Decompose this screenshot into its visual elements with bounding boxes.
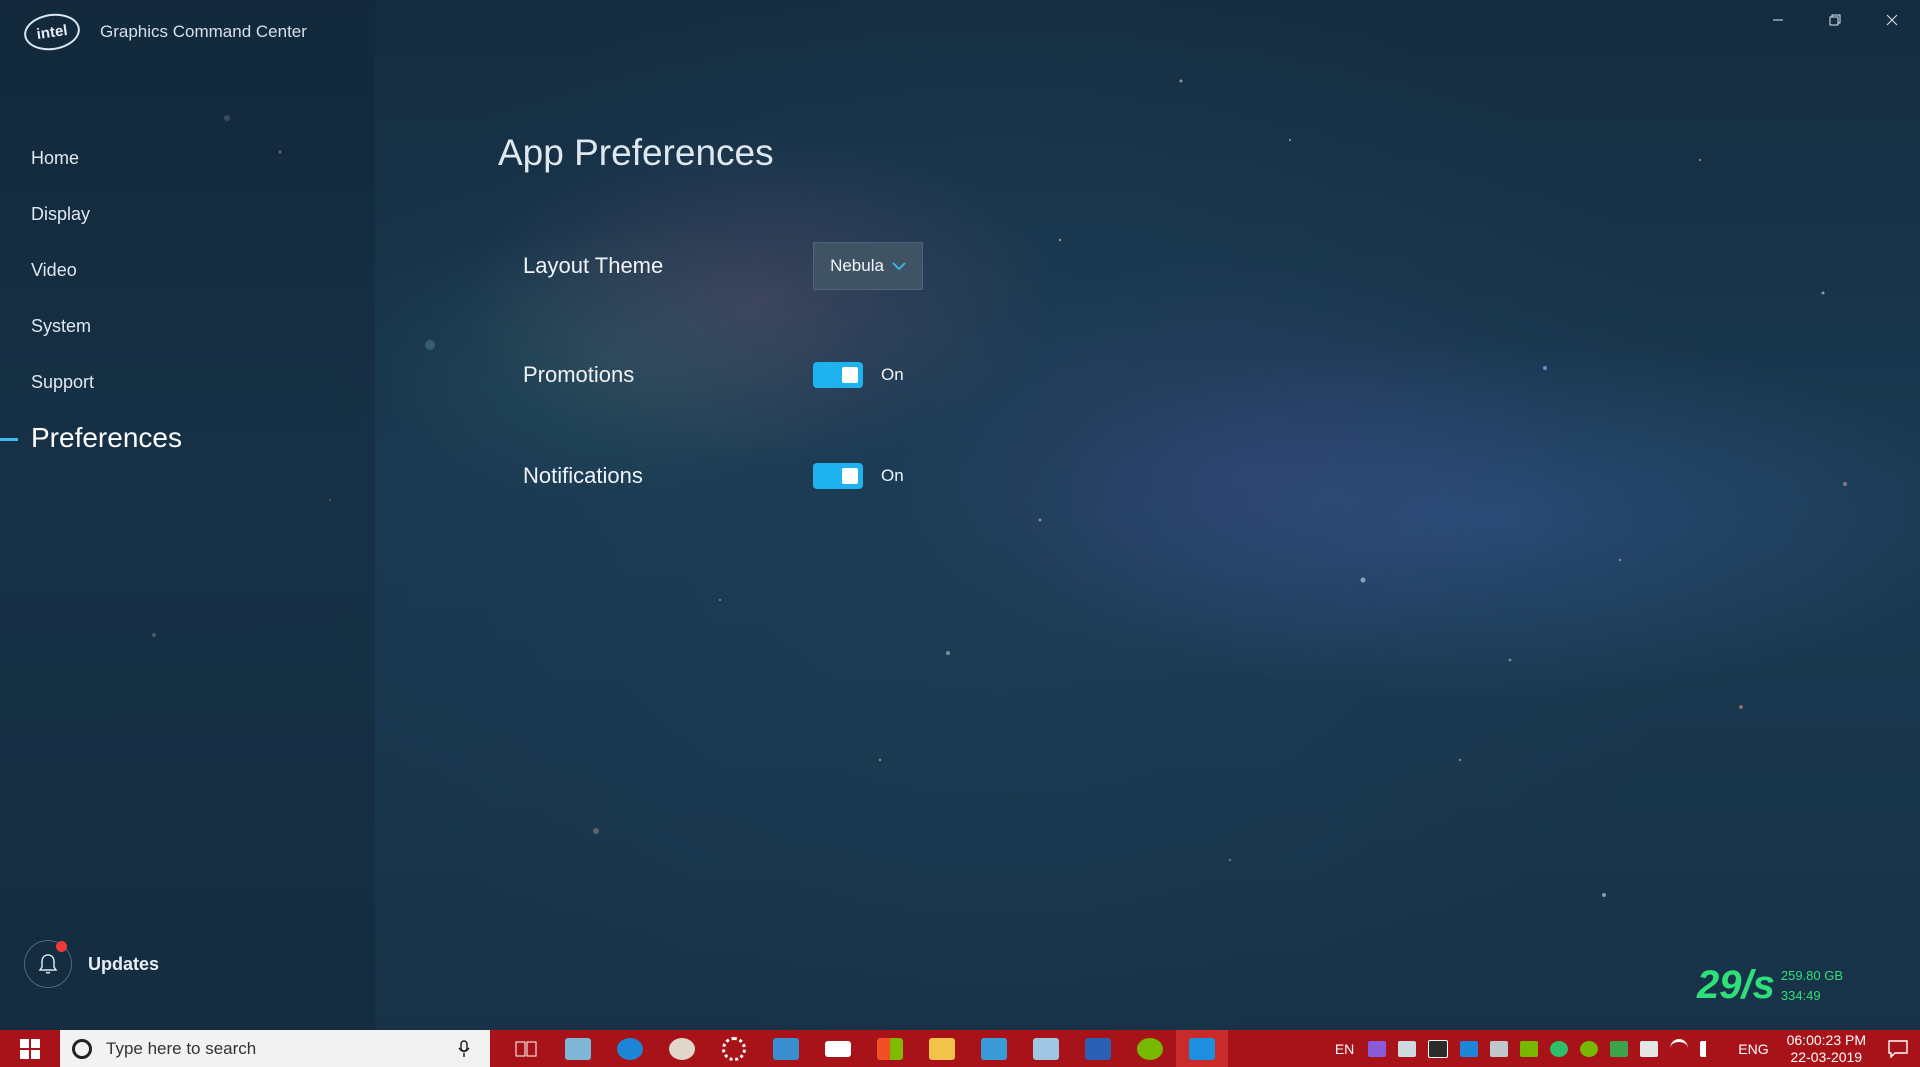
action-center-button[interactable] — [1876, 1039, 1920, 1058]
taskbar-search[interactable]: Type here to search — [60, 1030, 490, 1067]
notifications-label: Notifications — [523, 463, 643, 488]
app-title: Graphics Command Center — [100, 22, 307, 41]
app-brand: intel Graphics Command Center — [21, 10, 307, 54]
page-title: App Preferences — [498, 132, 774, 173]
sidebar-item-preferences[interactable]: Preferences — [0, 410, 375, 466]
system-tray: EN ENG 06:00:23 PM 22-03-2019 — [1327, 1030, 1920, 1067]
intel-logo: intel — [21, 10, 83, 54]
sidebar-item-support[interactable]: Support — [0, 354, 375, 410]
tray-language-eng[interactable]: ENG — [1738, 1041, 1768, 1057]
sidebar-item-display[interactable]: Display — [0, 186, 375, 242]
tray-intel-icon[interactable] — [1460, 1040, 1479, 1057]
promotions-state: On — [881, 365, 904, 384]
tray-plane-icon[interactable] — [1398, 1040, 1417, 1057]
notifications-row: Notifications On — [523, 463, 904, 489]
promotions-row: Promotions On — [523, 362, 904, 388]
mail-app-icon[interactable] — [812, 1030, 864, 1067]
document-app-icon[interactable] — [1020, 1030, 1072, 1067]
chevron-down-icon — [892, 261, 906, 270]
netspeed-widget: 29/s 259.80 GB 334:49 — [1697, 963, 1843, 1008]
promotions-label: Promotions — [523, 362, 635, 387]
notifications-state: On — [881, 466, 904, 485]
action-center-icon — [1888, 1039, 1908, 1058]
sidebar-item-system[interactable]: System — [0, 298, 375, 354]
tray-sync-icon[interactable] — [1610, 1040, 1629, 1057]
restore-button[interactable] — [1806, 0, 1863, 40]
control-panel-icon[interactable] — [760, 1030, 812, 1067]
task-view-icon[interactable] — [500, 1030, 552, 1067]
windows-icon — [20, 1038, 40, 1059]
toggle-knob — [842, 367, 858, 383]
tray-language-en[interactable]: EN — [1335, 1041, 1354, 1057]
search-placeholder: Type here to search — [106, 1038, 257, 1058]
promotions-toggle[interactable] — [813, 362, 863, 388]
updates-alert-badge — [56, 941, 67, 952]
intel-graphics-app-icon[interactable] — [1176, 1030, 1228, 1067]
updates-bell[interactable] — [24, 940, 72, 988]
netspeed-stats: 259.80 GB 334:49 — [1781, 966, 1843, 1006]
tray-shield-icon[interactable] — [1550, 1040, 1569, 1057]
notifications-toggle[interactable] — [813, 463, 863, 489]
microphone-icon[interactable] — [452, 1039, 476, 1058]
layout-theme-row: Layout Theme Nebula — [523, 242, 923, 290]
taskbar-apps — [500, 1030, 1228, 1067]
sidebar-item-video[interactable]: Video — [0, 242, 375, 298]
start-button[interactable] — [0, 1030, 60, 1067]
netspeed-total: 259.80 GB — [1780, 967, 1844, 983]
sidebar-nav: Home Display Video System Support Prefer… — [0, 130, 375, 466]
tray-volume-icon[interactable] — [1700, 1040, 1724, 1057]
bell-icon — [38, 954, 58, 974]
layout-theme-value: Nebula — [830, 256, 884, 275]
close-icon — [1886, 14, 1897, 26]
settings-gear-icon[interactable] — [708, 1030, 760, 1067]
netspeed-rate: 29/s — [1697, 963, 1775, 1007]
updates-button[interactable]: Updates — [24, 940, 159, 988]
restore-icon — [1829, 14, 1840, 26]
layout-theme-dropdown[interactable]: Nebula — [813, 242, 923, 290]
tray-app-icon[interactable] — [1368, 1040, 1387, 1057]
window-controls — [1749, 0, 1920, 40]
sidebar-item-home[interactable]: Home — [0, 130, 375, 186]
tray-time: 06:00:23 PM — [1786, 1031, 1866, 1048]
tray-battery-icon[interactable] — [1640, 1040, 1659, 1057]
cortana-icon — [72, 1038, 92, 1059]
sidebar: intel Graphics Command Center Home Displ… — [0, 0, 375, 1030]
edge-browser-icon[interactable] — [604, 1030, 656, 1067]
netspeed-time: 334:49 — [1780, 987, 1821, 1003]
layout-theme-label: Layout Theme — [523, 253, 664, 278]
paint-app-icon[interactable] — [656, 1030, 708, 1067]
store-app-icon[interactable] — [864, 1030, 916, 1067]
tray-wifi-icon[interactable] — [1670, 1039, 1689, 1058]
utorrent-app-icon[interactable] — [1124, 1030, 1176, 1067]
close-button[interactable] — [1863, 0, 1920, 40]
notepad-app-icon[interactable] — [552, 1030, 604, 1067]
minimize-icon — [1772, 19, 1783, 21]
minimize-button[interactable] — [1749, 0, 1806, 40]
file-explorer-icon[interactable] — [916, 1030, 968, 1067]
tray-list-icon[interactable] — [1490, 1040, 1509, 1057]
tray-date: 22-03-2019 — [1790, 1048, 1863, 1065]
tray-clock[interactable]: 06:00:23 PM 22-03-2019 — [1787, 1032, 1866, 1066]
tray-monitor-icon[interactable] — [1428, 1039, 1449, 1058]
tray-nvidia-icon[interactable] — [1520, 1040, 1539, 1057]
toggle-knob — [842, 468, 858, 484]
updates-label: Updates — [88, 953, 160, 974]
taskbar: Type here to search EN ENG 06:00:23 PM 2… — [0, 1030, 1920, 1067]
word-app-icon[interactable] — [1072, 1030, 1124, 1067]
tray-utorrent-icon[interactable] — [1580, 1040, 1599, 1057]
network-app-icon[interactable] — [968, 1030, 1020, 1067]
